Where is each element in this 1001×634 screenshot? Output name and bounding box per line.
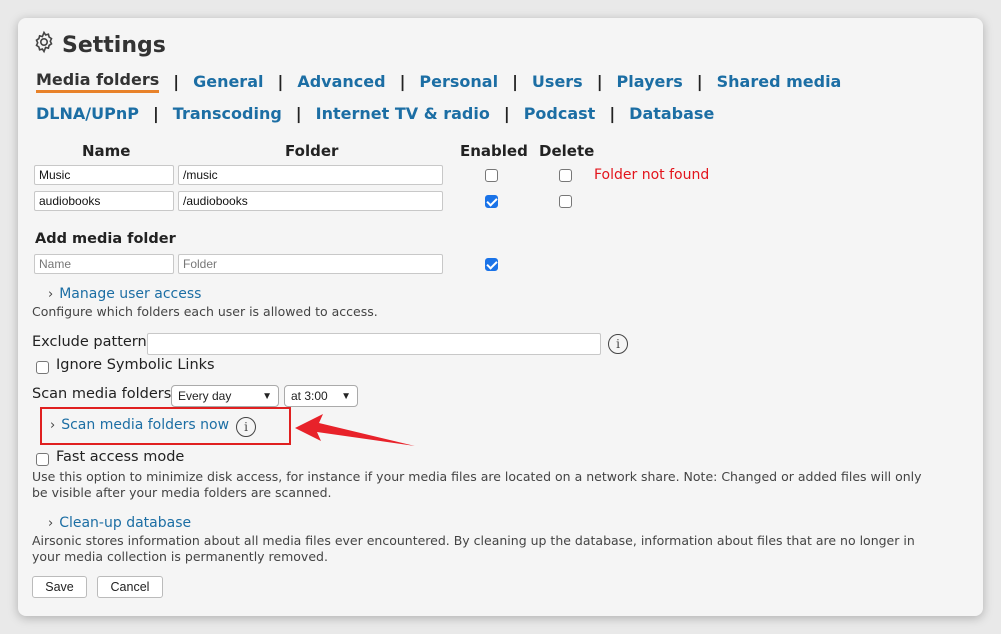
gear-icon xyxy=(32,30,56,60)
tab-separator: | xyxy=(277,72,284,91)
tab-players[interactable]: Players xyxy=(617,72,683,91)
chevron-down-icon: ▼ xyxy=(341,390,351,402)
manage-user-access-link[interactable]: › Manage user access xyxy=(48,283,201,302)
delete-checkbox[interactable] xyxy=(559,169,572,182)
folder-path-input[interactable] xyxy=(178,191,443,211)
new-folder-path-input[interactable] xyxy=(178,254,443,274)
settings-panel: Settings Media folders | General | Advan… xyxy=(18,18,983,616)
folder-name-input[interactable] xyxy=(34,191,174,211)
ignore-symlinks-checkbox[interactable] xyxy=(36,361,49,374)
manage-user-access-description: Configure which folders each user is all… xyxy=(32,304,378,319)
chevron-right-icon: › xyxy=(48,287,54,302)
exclude-pattern-label: Exclude pattern xyxy=(32,334,147,350)
tab-separator: | xyxy=(295,104,302,123)
cleanup-database-link[interactable]: › Clean-up database xyxy=(48,512,191,531)
header-enabled: Enabled xyxy=(460,142,528,160)
tab-podcast[interactable]: Podcast xyxy=(524,104,596,123)
tab-database[interactable]: Database xyxy=(629,104,714,123)
folder-name-input[interactable] xyxy=(34,165,174,185)
header-folder: Folder xyxy=(285,142,339,160)
cleanup-database-label: Clean-up database xyxy=(59,515,192,531)
tab-separator: | xyxy=(173,72,180,91)
chevron-right-icon: › xyxy=(50,417,56,433)
page-title: Settings xyxy=(32,30,166,60)
info-icon[interactable]: i xyxy=(608,334,628,354)
scan-time-value: at 3:00 xyxy=(291,389,328,403)
tabs-row-1: Media folders | General | Advanced | Per… xyxy=(36,70,841,93)
scan-frequency-select[interactable]: Every day ▼ xyxy=(171,385,279,407)
enabled-checkbox[interactable] xyxy=(485,195,498,208)
scan-frequency-value: Every day xyxy=(178,389,232,403)
enabled-checkbox[interactable] xyxy=(485,169,498,182)
header-delete: Delete xyxy=(539,142,595,160)
scan-time-select[interactable]: at 3:00 ▼ xyxy=(284,385,358,407)
scan-media-folders-label: Scan media folders xyxy=(32,386,172,402)
tab-users[interactable]: Users xyxy=(532,72,583,91)
tab-dlna-upnp[interactable]: DLNA/UPnP xyxy=(36,104,139,123)
scan-now-label: Scan media folders now xyxy=(61,417,230,433)
chevron-down-icon: ▼ xyxy=(262,390,272,402)
fast-access-checkbox[interactable] xyxy=(36,453,49,466)
fast-access-label: Fast access mode xyxy=(56,449,185,465)
annotation-arrow-icon xyxy=(295,414,415,446)
tab-personal[interactable]: Personal xyxy=(419,72,498,91)
tab-internet-tv-radio[interactable]: Internet TV & radio xyxy=(316,104,490,123)
cancel-button[interactable]: Cancel xyxy=(97,576,163,598)
tab-separator: | xyxy=(399,72,406,91)
folder-path-input[interactable] xyxy=(178,165,443,185)
header-name: Name xyxy=(82,142,131,160)
scan-now-link[interactable]: › Scan media folders now xyxy=(50,417,229,433)
title-text: Settings xyxy=(62,32,166,58)
add-folder-heading: Add media folder xyxy=(35,231,176,247)
tab-separator: | xyxy=(609,104,616,123)
chevron-right-icon: › xyxy=(48,516,54,531)
tab-general[interactable]: General xyxy=(193,72,263,91)
cleanup-description: Airsonic stores information about all me… xyxy=(32,533,915,564)
tab-separator: | xyxy=(503,104,510,123)
tab-advanced[interactable]: Advanced xyxy=(297,72,385,91)
tab-separator: | xyxy=(152,104,159,123)
tabs-row-2: DLNA/UPnP | Transcoding | Internet TV & … xyxy=(36,104,714,123)
new-folder-name-input[interactable] xyxy=(34,254,174,274)
tab-shared-media[interactable]: Shared media xyxy=(717,72,842,91)
tab-separator: | xyxy=(512,72,518,91)
tab-separator: | xyxy=(596,72,603,91)
fast-access-description: Use this option to minimize disk access,… xyxy=(32,469,922,500)
info-icon[interactable]: i xyxy=(236,417,256,437)
new-folder-enabled-checkbox[interactable] xyxy=(485,258,498,271)
save-button[interactable]: Save xyxy=(32,576,87,598)
delete-checkbox[interactable] xyxy=(559,195,572,208)
exclude-pattern-input[interactable] xyxy=(147,333,601,355)
tab-transcoding[interactable]: Transcoding xyxy=(173,104,282,123)
ignore-symlinks-label: Ignore Symbolic Links xyxy=(56,357,215,373)
tab-media-folders[interactable]: Media folders xyxy=(36,70,160,93)
folder-status-error: Folder not found xyxy=(594,167,710,183)
manage-user-access-label: Manage user access xyxy=(59,286,202,302)
tab-separator: | xyxy=(696,72,703,91)
